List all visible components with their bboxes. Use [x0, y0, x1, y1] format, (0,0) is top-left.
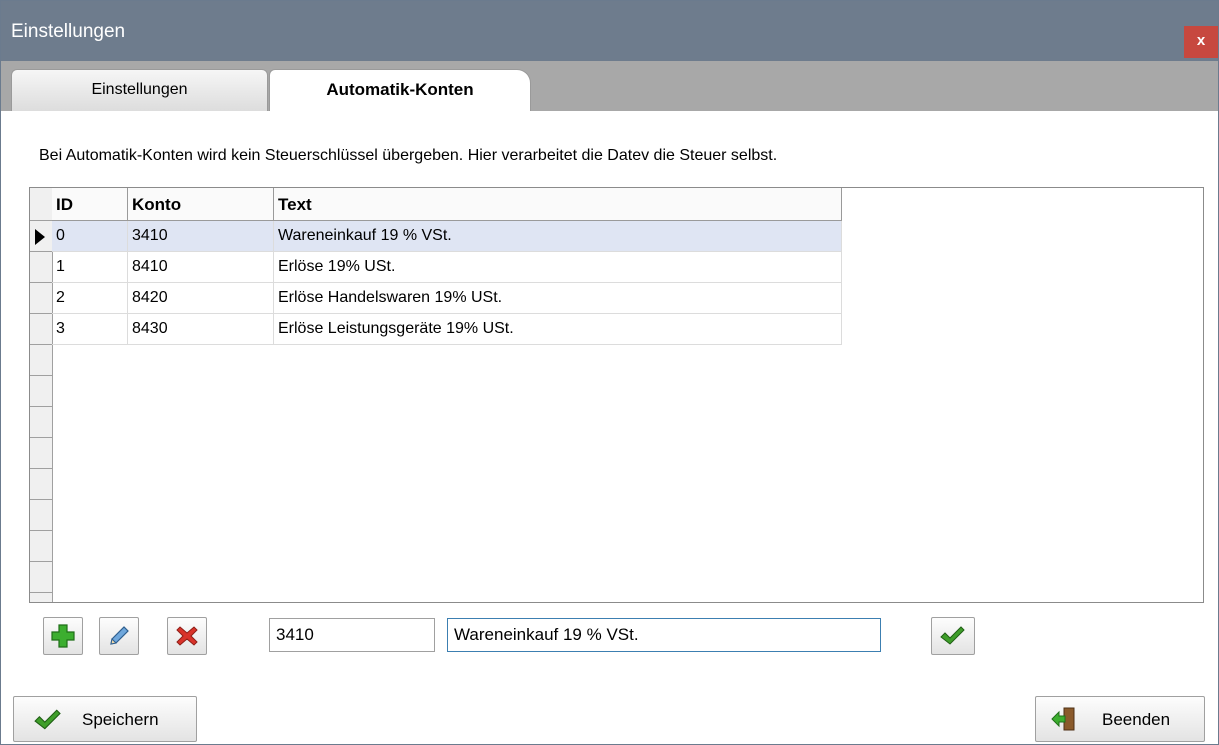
tab-page-automatik-konten: Bei Automatik-Konten wird kein Steuersch… — [1, 111, 1218, 744]
add-button[interactable] — [43, 617, 83, 655]
cell-id[interactable]: 1 — [52, 252, 128, 282]
cell-text[interactable]: Wareneinkauf 19 % VSt. — [274, 221, 842, 251]
save-button[interactable]: Speichern — [13, 696, 197, 742]
cell-konto[interactable]: 8410 — [128, 252, 274, 282]
text-input[interactable]: Wareneinkauf 19 % VSt. — [447, 618, 881, 652]
confirm-button[interactable] — [931, 617, 975, 655]
cell-id[interactable]: 3 — [52, 314, 128, 344]
column-header-id[interactable]: ID — [52, 188, 128, 220]
tab-strip: Einstellungen Automatik-Konten — [1, 61, 1218, 114]
table-row[interactable]: 2 8420 Erlöse Handelswaren 19% USt. — [52, 283, 842, 314]
row-indicator — [30, 469, 52, 500]
delete-x-icon — [176, 626, 198, 646]
row-indicator — [30, 500, 52, 531]
cell-text[interactable]: Erlöse Leistungsgeräte 19% USt. — [274, 314, 842, 344]
row-indicator — [30, 531, 52, 562]
row-indicator[interactable] — [30, 283, 52, 314]
exit-button-label: Beenden — [1102, 710, 1171, 729]
tab-automatik-konten[interactable]: Automatik-Konten — [269, 69, 531, 114]
row-indicator — [30, 407, 52, 438]
cell-konto[interactable]: 8430 — [128, 314, 274, 344]
row-indicator — [30, 345, 52, 376]
title-bar: Einstellungen x — [1, 1, 1218, 61]
column-header-text[interactable]: Text — [274, 188, 842, 220]
table-row[interactable]: 0 3410 Wareneinkauf 19 % VSt. — [52, 221, 842, 252]
table-row[interactable]: 1 8410 Erlöse 19% USt. — [52, 252, 842, 283]
exit-button[interactable]: Beenden — [1035, 696, 1205, 742]
cell-konto[interactable]: 8420 — [128, 283, 274, 313]
checkmark-icon — [34, 709, 61, 730]
row-indicator[interactable] — [30, 252, 52, 283]
close-button[interactable]: x — [1184, 26, 1218, 58]
exit-door-icon — [1051, 707, 1075, 731]
indicator-header — [30, 188, 52, 221]
row-indicator — [30, 438, 52, 469]
grid-header: ID Konto Text — [52, 188, 842, 221]
save-button-label: Speichern — [82, 710, 159, 729]
checkmark-icon — [940, 626, 965, 645]
table-row[interactable]: 3 8430 Erlöse Leistungsgeräte 19% USt. — [52, 314, 842, 345]
konto-input[interactable]: 3410 — [269, 618, 435, 652]
plus-icon — [51, 624, 75, 648]
info-text: Bei Automatik-Konten wird kein Steuersch… — [39, 147, 778, 164]
cell-konto[interactable]: 3410 — [128, 221, 274, 251]
window-title: Einstellungen — [11, 21, 126, 42]
accounts-grid[interactable]: ID Konto Text 0 3410 Wareneinkauf 19 % V… — [29, 187, 1204, 603]
tab-einstellungen[interactable]: Einstellungen — [11, 69, 268, 112]
edit-button[interactable] — [99, 617, 139, 655]
column-header-konto[interactable]: Konto — [128, 188, 274, 220]
settings-window: Einstellungen x Einstellungen Automatik-… — [0, 0, 1219, 745]
row-indicator-column — [30, 188, 53, 602]
cell-id[interactable]: 0 — [52, 221, 128, 251]
row-indicator — [30, 376, 52, 407]
delete-button[interactable] — [167, 617, 207, 655]
pencil-icon — [110, 626, 129, 645]
row-indicator[interactable] — [30, 221, 52, 252]
row-indicator — [30, 562, 52, 593]
cell-text[interactable]: Erlöse Handelswaren 19% USt. — [274, 283, 842, 313]
cell-text[interactable]: Erlöse 19% USt. — [274, 252, 842, 282]
row-indicator[interactable] — [30, 314, 52, 345]
current-row-arrow-icon — [35, 229, 45, 245]
cell-id[interactable]: 2 — [52, 283, 128, 313]
